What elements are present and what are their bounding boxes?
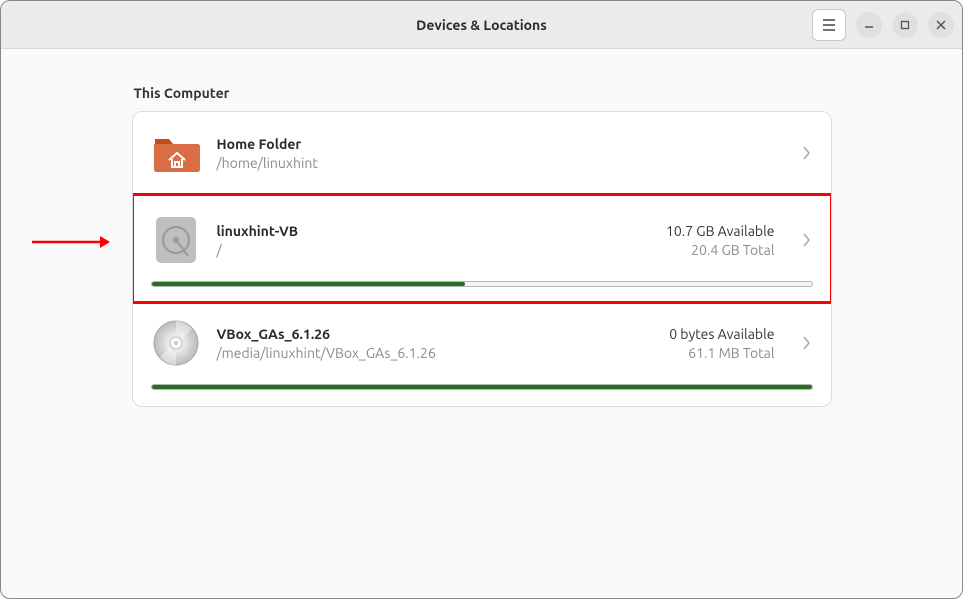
row-title: VBox_GAs_6.1.26 <box>217 326 654 342</box>
home-folder-icon <box>151 128 201 178</box>
usage-progress <box>151 281 813 287</box>
usage-progress-fill <box>152 385 812 389</box>
total-text: 61.1 MB Total <box>688 345 774 361</box>
location-row-media[interactable]: VBox_GAs_6.1.26 /media/linuxhint/VBox_GA… <box>133 302 831 406</box>
row-title: linuxhint-VB <box>217 223 650 239</box>
titlebar: Devices & Locations <box>1 1 962 49</box>
minimize-button[interactable] <box>856 12 882 38</box>
location-row-home[interactable]: Home Folder /home/linuxhint <box>133 112 831 195</box>
section-title: This Computer <box>132 85 832 101</box>
minimize-icon <box>864 20 874 30</box>
available-text: 10.7 GB Available <box>666 223 775 239</box>
maximize-button[interactable] <box>892 12 918 38</box>
close-icon <box>936 20 946 30</box>
window-controls <box>812 9 954 41</box>
hamburger-menu-button[interactable] <box>812 9 846 41</box>
row-subtitle: /home/linuxhint <box>217 155 785 171</box>
usage-progress <box>151 384 813 390</box>
close-button[interactable] <box>928 12 954 38</box>
hdd-icon <box>151 215 201 265</box>
window-title: Devices & Locations <box>416 17 547 33</box>
chevron-right-icon <box>801 336 813 350</box>
row-subtitle: /media/linuxhint/VBox_GAs_6.1.26 <box>217 345 654 361</box>
row-title: Home Folder <box>217 136 785 152</box>
usage-progress-fill <box>152 282 466 286</box>
chevron-right-icon <box>801 146 813 160</box>
content-area: This Computer <box>1 49 962 598</box>
available-text: 0 bytes Available <box>669 326 774 342</box>
total-text: 20.4 GB Total <box>691 242 774 258</box>
disc-icon <box>151 318 201 368</box>
row-subtitle: / <box>217 242 650 258</box>
chevron-right-icon <box>801 233 813 247</box>
hamburger-icon <box>822 19 836 31</box>
location-row-root[interactable]: linuxhint-VB / 10.7 GB Available 20.4 GB… <box>132 193 832 304</box>
locations-card: Home Folder /home/linuxhint <box>132 111 832 407</box>
maximize-icon <box>900 20 910 30</box>
